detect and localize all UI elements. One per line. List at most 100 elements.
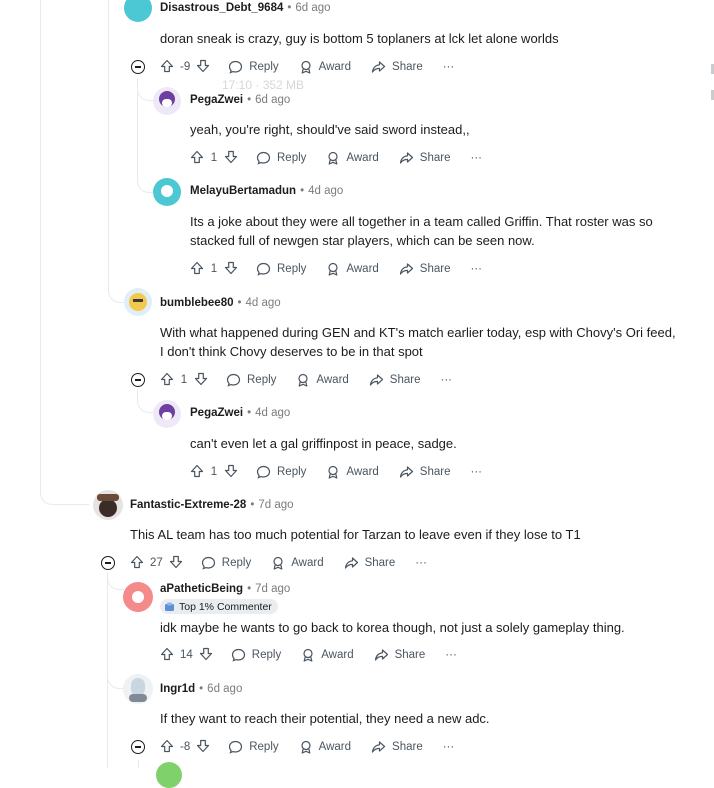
comment-text: This AL team has too much potential for … — [130, 527, 581, 542]
timestamp[interactable]: 6d ago — [207, 683, 242, 695]
username[interactable]: MelayuBertamadun — [190, 185, 296, 197]
downvote-icon[interactable] — [194, 372, 208, 389]
share-button[interactable]: Share — [369, 373, 420, 387]
username[interactable]: Ingr1d — [160, 683, 195, 695]
downvote-icon[interactable] — [224, 464, 238, 481]
upvote-icon[interactable] — [160, 647, 174, 664]
downvote-icon[interactable] — [199, 647, 213, 664]
vote-group: -8 — [160, 739, 210, 756]
reply-button[interactable]: Reply — [256, 151, 306, 165]
separator-dot: • — [247, 583, 252, 595]
award-button[interactable]: Award — [301, 648, 354, 662]
downvote-icon[interactable] — [196, 59, 210, 76]
downvote-icon[interactable] — [224, 150, 238, 167]
collapse-thread-button[interactable] — [131, 740, 145, 754]
upvote-icon[interactable] — [160, 739, 174, 756]
comment-actions: 27 Reply Award Share ··· — [130, 553, 447, 573]
more-options-button[interactable]: ··· — [443, 741, 455, 753]
collapse-thread-button[interactable] — [131, 373, 145, 387]
more-options-button[interactable]: ··· — [470, 152, 482, 164]
reply-button[interactable]: Reply — [256, 262, 306, 276]
avatar[interactable] — [153, 178, 181, 206]
more-options-button[interactable]: ··· — [443, 61, 455, 73]
upvote-icon[interactable] — [160, 372, 174, 389]
award-icon — [303, 648, 313, 662]
collapse-thread-button[interactable] — [101, 556, 115, 570]
award-button[interactable]: Award — [299, 740, 351, 754]
comment-meta: aPatheticBeing • 7d ago — [160, 583, 290, 595]
reply-button[interactable]: Reply — [231, 648, 281, 662]
avatar[interactable] — [153, 87, 181, 115]
reply-button[interactable]: Reply — [228, 60, 279, 74]
reply-button[interactable]: Reply — [228, 740, 279, 754]
award-icon — [273, 556, 283, 570]
award-button[interactable]: Award — [299, 60, 351, 74]
upvote-icon[interactable] — [190, 261, 204, 278]
more-options-button[interactable]: ··· — [470, 263, 482, 275]
more-options-button[interactable]: ··· — [440, 374, 452, 386]
timestamp[interactable]: 4d ago — [255, 407, 290, 419]
award-button[interactable]: Award — [326, 465, 379, 479]
more-options-button[interactable]: ··· — [415, 557, 427, 569]
downvote-icon[interactable] — [224, 261, 238, 278]
username[interactable]: aPatheticBeing — [160, 583, 243, 595]
award-button[interactable]: Award — [326, 151, 379, 165]
share-label: Share — [392, 741, 423, 753]
thread-branch — [137, 172, 154, 193]
share-button[interactable]: Share — [371, 740, 423, 754]
avatar[interactable] — [93, 490, 123, 520]
award-icon — [301, 60, 311, 74]
share-button[interactable]: Share — [371, 60, 423, 74]
timestamp[interactable]: 7d ago — [258, 499, 293, 511]
award-button[interactable]: Award — [271, 556, 324, 570]
avatar[interactable] — [153, 400, 181, 428]
comment-meta: bumblebee80 • 4d ago — [160, 297, 281, 309]
share-button[interactable]: Share — [344, 556, 395, 570]
reply-button[interactable]: Reply — [201, 556, 251, 570]
share-button[interactable]: Share — [399, 151, 450, 165]
reply-button[interactable]: Reply — [256, 465, 306, 479]
award-button[interactable]: Award — [326, 262, 379, 276]
vote-count: 14 — [180, 649, 193, 661]
timestamp[interactable]: 6d ago — [295, 2, 330, 14]
timestamp[interactable]: 4d ago — [246, 297, 281, 309]
username[interactable]: bumblebee80 — [160, 297, 234, 309]
avatar[interactable] — [124, 288, 152, 316]
username[interactable]: PegaZwei — [190, 407, 243, 419]
avatar[interactable] — [156, 762, 182, 788]
upvote-icon[interactable] — [160, 59, 174, 76]
downvote-icon[interactable] — [196, 739, 210, 756]
share-icon — [369, 374, 383, 386]
comment-text-line: With what happened during GEN and KT's m… — [160, 325, 676, 340]
upvote-icon[interactable] — [130, 555, 144, 572]
comment-actions: 1 Reply Award Share ··· — [190, 148, 502, 168]
badge-label: Top 1% Commenter — [179, 600, 272, 613]
vote-group: 1 — [190, 261, 238, 278]
thread-branch — [108, 280, 125, 303]
share-button[interactable]: Share — [374, 648, 425, 662]
avatar[interactable] — [123, 582, 153, 612]
downvote-icon[interactable] — [169, 555, 183, 572]
reply-label: Reply — [249, 61, 279, 73]
award-label: Award — [291, 557, 324, 569]
award-button[interactable]: Award — [296, 373, 349, 387]
username[interactable]: Fantastic-Extreme-28 — [130, 499, 246, 511]
reply-button[interactable]: Reply — [226, 373, 276, 387]
more-options-button[interactable]: ··· — [445, 649, 457, 661]
share-button[interactable]: Share — [399, 262, 450, 276]
timestamp[interactable]: 7d ago — [255, 583, 290, 595]
upvote-icon[interactable] — [190, 150, 204, 167]
timestamp[interactable]: 4d ago — [308, 185, 343, 197]
collapse-thread-button[interactable] — [131, 60, 145, 74]
more-options-button[interactable]: ··· — [470, 466, 482, 478]
upvote-icon[interactable] — [190, 464, 204, 481]
avatar[interactable] — [123, 674, 153, 704]
username[interactable]: Disastrous_Debt_9684 — [160, 2, 283, 14]
share-button[interactable]: Share — [399, 465, 450, 479]
avatar[interactable] — [124, 0, 152, 22]
reply-icon — [256, 151, 271, 165]
username[interactable]: PegaZwei — [190, 94, 243, 106]
thread-branch — [137, 82, 154, 101]
timestamp[interactable]: 6d ago — [255, 94, 290, 106]
award-label: Award — [316, 374, 349, 386]
